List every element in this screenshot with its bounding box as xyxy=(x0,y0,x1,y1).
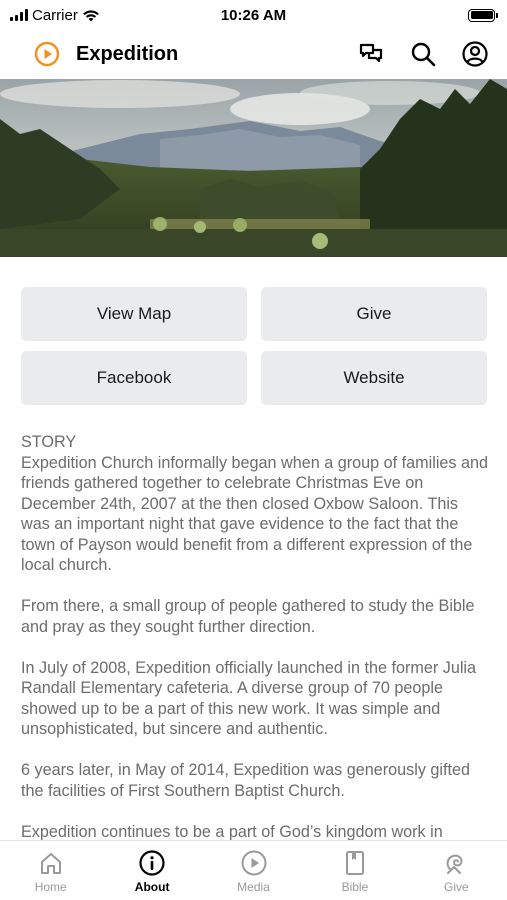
tab-bible[interactable]: Bible xyxy=(304,841,405,900)
tab-media[interactable]: Media xyxy=(203,841,304,900)
carrier-label: Carrier xyxy=(32,6,78,24)
website-button[interactable]: Website xyxy=(261,351,487,405)
facebook-button[interactable]: Facebook xyxy=(21,351,247,405)
tab-label: Home xyxy=(34,880,67,894)
wifi-icon xyxy=(83,9,99,21)
view-map-button[interactable]: View Map xyxy=(21,287,247,341)
tab-bar: Home About Media Bible Give xyxy=(0,840,507,900)
tab-label: Bible xyxy=(341,880,369,894)
search-icon[interactable] xyxy=(409,40,437,68)
chat-icon[interactable] xyxy=(357,40,385,68)
app-title: Expedition xyxy=(76,42,179,65)
brand-play-icon[interactable] xyxy=(34,41,60,67)
give-button[interactable]: Give xyxy=(261,287,487,341)
tab-give[interactable]: Give xyxy=(406,841,507,900)
story-paragraph: In July of 2008, Expedition officially l… xyxy=(21,658,477,739)
status-left: Carrier xyxy=(10,7,100,24)
tab-label: Media xyxy=(237,880,270,894)
give-icon xyxy=(446,854,463,874)
tab-home[interactable]: Home xyxy=(0,841,101,900)
header-actions xyxy=(357,40,489,68)
hero-image xyxy=(0,79,507,257)
story-paragraph: Expedition continues to be a part of God… xyxy=(21,822,443,841)
story-section: STORY Expedition Church informally began… xyxy=(21,432,491,863)
account-icon[interactable] xyxy=(461,40,489,68)
story-paragraph: From there, a small group of people gath… xyxy=(21,597,475,636)
battery-icon xyxy=(468,8,498,22)
home-icon xyxy=(40,853,61,874)
play-icon xyxy=(241,850,267,876)
story-paragraph: 6 years later, in May of 2014, Expeditio… xyxy=(21,761,471,800)
tab-label: About xyxy=(134,880,170,894)
tab-about[interactable]: About xyxy=(101,841,202,900)
info-icon xyxy=(139,850,165,876)
tab-label: Give xyxy=(443,880,469,894)
story-heading: STORY xyxy=(21,433,77,451)
app-header: Expedition xyxy=(0,30,507,78)
bible-icon xyxy=(345,851,364,875)
action-buttons: View Map Give Facebook Website xyxy=(21,287,487,405)
story-paragraph: Expedition Church informally began when … xyxy=(21,453,489,575)
signal-icon xyxy=(10,9,28,21)
status-bar: Carrier 10:26 AM xyxy=(0,0,507,30)
